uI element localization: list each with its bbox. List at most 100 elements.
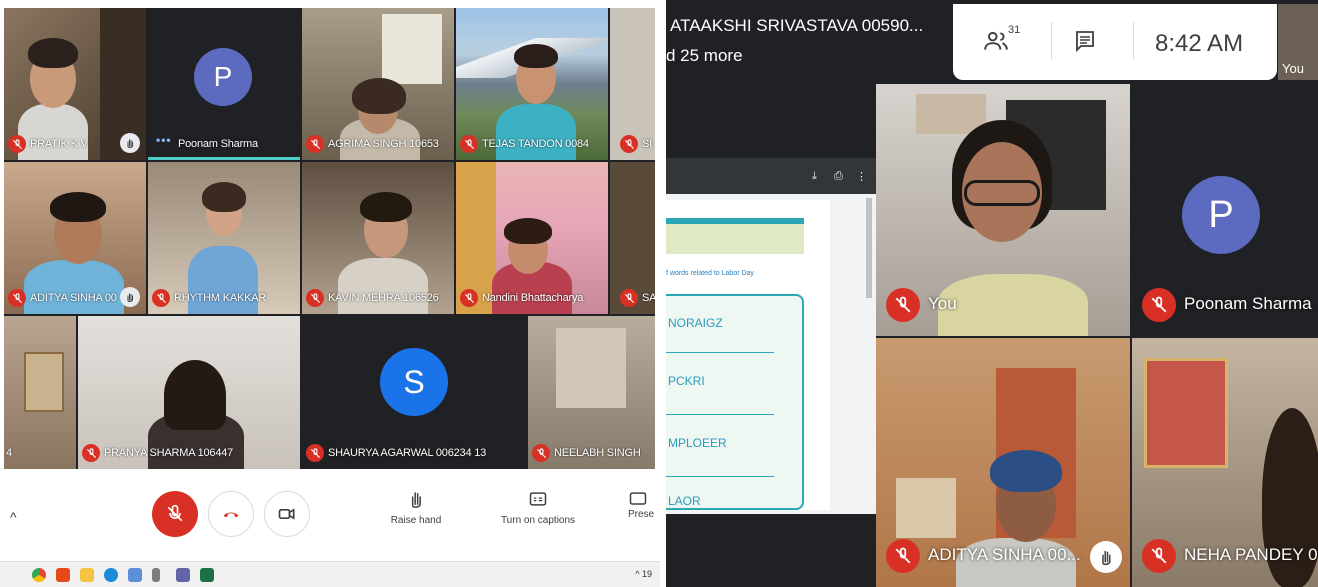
self-view-thumbnail[interactable]: You <box>1278 4 1318 80</box>
participant-tile[interactable]: ADITYA SINHA 00 <box>4 162 146 314</box>
teams-icon[interactable] <box>176 568 190 582</box>
participant-tile[interactable]: 4 <box>4 316 76 469</box>
system-tray[interactable]: ^ 19 <box>635 569 652 579</box>
participant-tile[interactable]: PRATIK K V <box>4 8 146 160</box>
doc-header-fill <box>666 224 804 254</box>
mic-off-icon <box>306 444 324 462</box>
mic-off-icon <box>886 539 920 573</box>
app-icon[interactable] <box>56 568 70 582</box>
raise-hand-button[interactable]: Raise hand <box>386 489 446 526</box>
participant-name: You <box>928 294 957 313</box>
mic-off-icon <box>82 444 100 462</box>
people-button[interactable] <box>983 28 1009 59</box>
participant-tile[interactable]: P Poonam Sharma <box>1132 84 1318 336</box>
participant-name: ADITYA SINHA 00 <box>30 292 117 304</box>
participant-tile-self[interactable]: You <box>876 84 1130 336</box>
clock-time: 8:42 AM <box>1155 30 1244 57</box>
mic-off-icon <box>532 444 550 462</box>
participant-name: Nandini Bhattacharya <box>482 292 584 304</box>
expand-chevron-icon[interactable]: ^ <box>10 509 17 525</box>
avatar: S <box>380 348 448 416</box>
mic-off-icon <box>306 135 324 153</box>
mic-off-icon <box>620 135 638 153</box>
participant-tile[interactable]: TEJAS TANDON 0084 <box>456 8 608 160</box>
app-icon[interactable] <box>128 568 142 582</box>
pdf-toolbar: ⤓ ⎙ ⋮ <box>666 158 876 194</box>
mic-off-icon <box>886 288 920 322</box>
scrambled-word: NORAIGZ <box>668 316 723 330</box>
participant-name: SA <box>642 292 655 304</box>
mic-off-icon <box>460 289 478 307</box>
partial-label: 4 <box>6 447 12 459</box>
mic-off-icon <box>620 289 638 307</box>
meeting-controls: ^ Raise hand Turn on captions Prese <box>0 469 660 561</box>
participant-name: Poonam Sharma <box>1184 294 1312 313</box>
participant-tile[interactable]: S SHAURYA AGARWAL 006234 13 <box>302 316 526 469</box>
word-box: NORAIGZ PCKRI MPLOEER LAOR <box>666 294 804 510</box>
edge-icon[interactable] <box>104 568 118 582</box>
excel-icon[interactable] <box>200 568 214 582</box>
scrambled-word: PCKRI <box>668 374 705 388</box>
avatar: P <box>1182 176 1260 254</box>
folder-icon[interactable] <box>80 568 94 582</box>
mic-toggle-button[interactable] <box>152 491 198 537</box>
mic-off-icon <box>8 135 26 153</box>
participant-name: SHAURYA AGARWAL 006234 13 <box>328 447 487 459</box>
present-button[interactable]: Prese <box>628 489 660 520</box>
participant-tile[interactable]: NEELABH SINGH <box>528 316 655 469</box>
participant-tile[interactable]: RHYTHM KAKKAR <box>148 162 300 314</box>
answer-line <box>666 352 774 353</box>
participant-name: RHYTHM KAKKAR <box>174 292 267 304</box>
participant-name: NEELABH SINGH <box>554 447 641 459</box>
participant-name: KAVIN MEHRA 106526 <box>328 292 439 304</box>
participant-name: NEHA PANDEY 00 <box>1184 545 1318 564</box>
people-icon <box>984 31 1008 50</box>
scrambled-word: MPLOEER <box>668 436 727 450</box>
answer-line <box>666 476 774 477</box>
participant-tile[interactable]: P ••• Poonam Sharma <box>148 8 300 160</box>
speaking-indicator-icon: ••• <box>156 133 172 147</box>
mic-off-icon <box>460 135 478 153</box>
more-vert-icon[interactable]: ⋮ <box>856 170 867 183</box>
camera-toggle-button[interactable] <box>264 491 310 537</box>
participant-name: PRATIK K V <box>30 138 88 150</box>
participant-tile[interactable]: SA <box>610 162 655 314</box>
print-icon[interactable]: ⎙ <box>834 170 843 183</box>
hang-up-icon <box>223 512 239 518</box>
participant-name: AGRIMA SINGH 10653 <box>328 138 439 150</box>
participant-name: SI <box>642 138 652 150</box>
doc-heading: f words related to Labor Day <box>666 270 754 277</box>
mic-off-icon <box>8 289 26 307</box>
divider <box>1133 22 1134 60</box>
chat-icon <box>1076 31 1094 53</box>
leave-call-button[interactable] <box>208 491 254 537</box>
captions-button[interactable]: Turn on captions <box>490 489 586 526</box>
speaking-bar <box>148 157 300 160</box>
meeting-top-bar: 31 8:42 AM <box>953 4 1277 80</box>
chat-button[interactable] <box>1073 29 1097 58</box>
participant-name: TEJAS TANDON 0084 <box>482 138 589 150</box>
captions-icon <box>529 492 547 506</box>
participant-tile[interactable]: PRANYA SHARMA 106447 <box>78 316 300 469</box>
more-participants-label[interactable]: d 25 more <box>666 46 743 66</box>
raise-hand-icon <box>120 133 140 153</box>
participant-name: Poonam Sharma <box>178 138 258 150</box>
participant-tile[interactable]: KAVIN MEHRA 106526 <box>302 162 454 314</box>
participant-tile[interactable]: AGRIMA SINGH 10653 <box>302 8 454 160</box>
participant-tile[interactable]: NEHA PANDEY 00 <box>1132 338 1318 587</box>
participant-tile[interactable]: ADITYA SINHA 00... <box>876 338 1130 587</box>
mic-app-icon[interactable] <box>152 568 160 582</box>
participant-tile[interactable]: SI <box>610 8 655 160</box>
right-screenshot: ATAAKSHI SRIVASTAVA 00590... d 25 more 3… <box>666 0 1318 587</box>
document-page: f words related to Labor Day NORAIGZ PCK… <box>666 200 830 510</box>
chrome-icon[interactable] <box>32 568 46 582</box>
answer-line <box>666 414 774 415</box>
participant-grid: PRATIK K V P ••• Poonam Sharma AGRIMA SI… <box>4 8 655 469</box>
participant-count: 31 <box>1008 24 1021 36</box>
present-icon <box>629 492 647 505</box>
participant-tile[interactable]: Nandini Bhattacharya <box>456 162 608 314</box>
mic-off-icon <box>167 504 183 522</box>
mic-off-icon <box>306 289 324 307</box>
scrollbar[interactable] <box>866 198 872 298</box>
download-icon[interactable]: ⤓ <box>812 170 817 183</box>
